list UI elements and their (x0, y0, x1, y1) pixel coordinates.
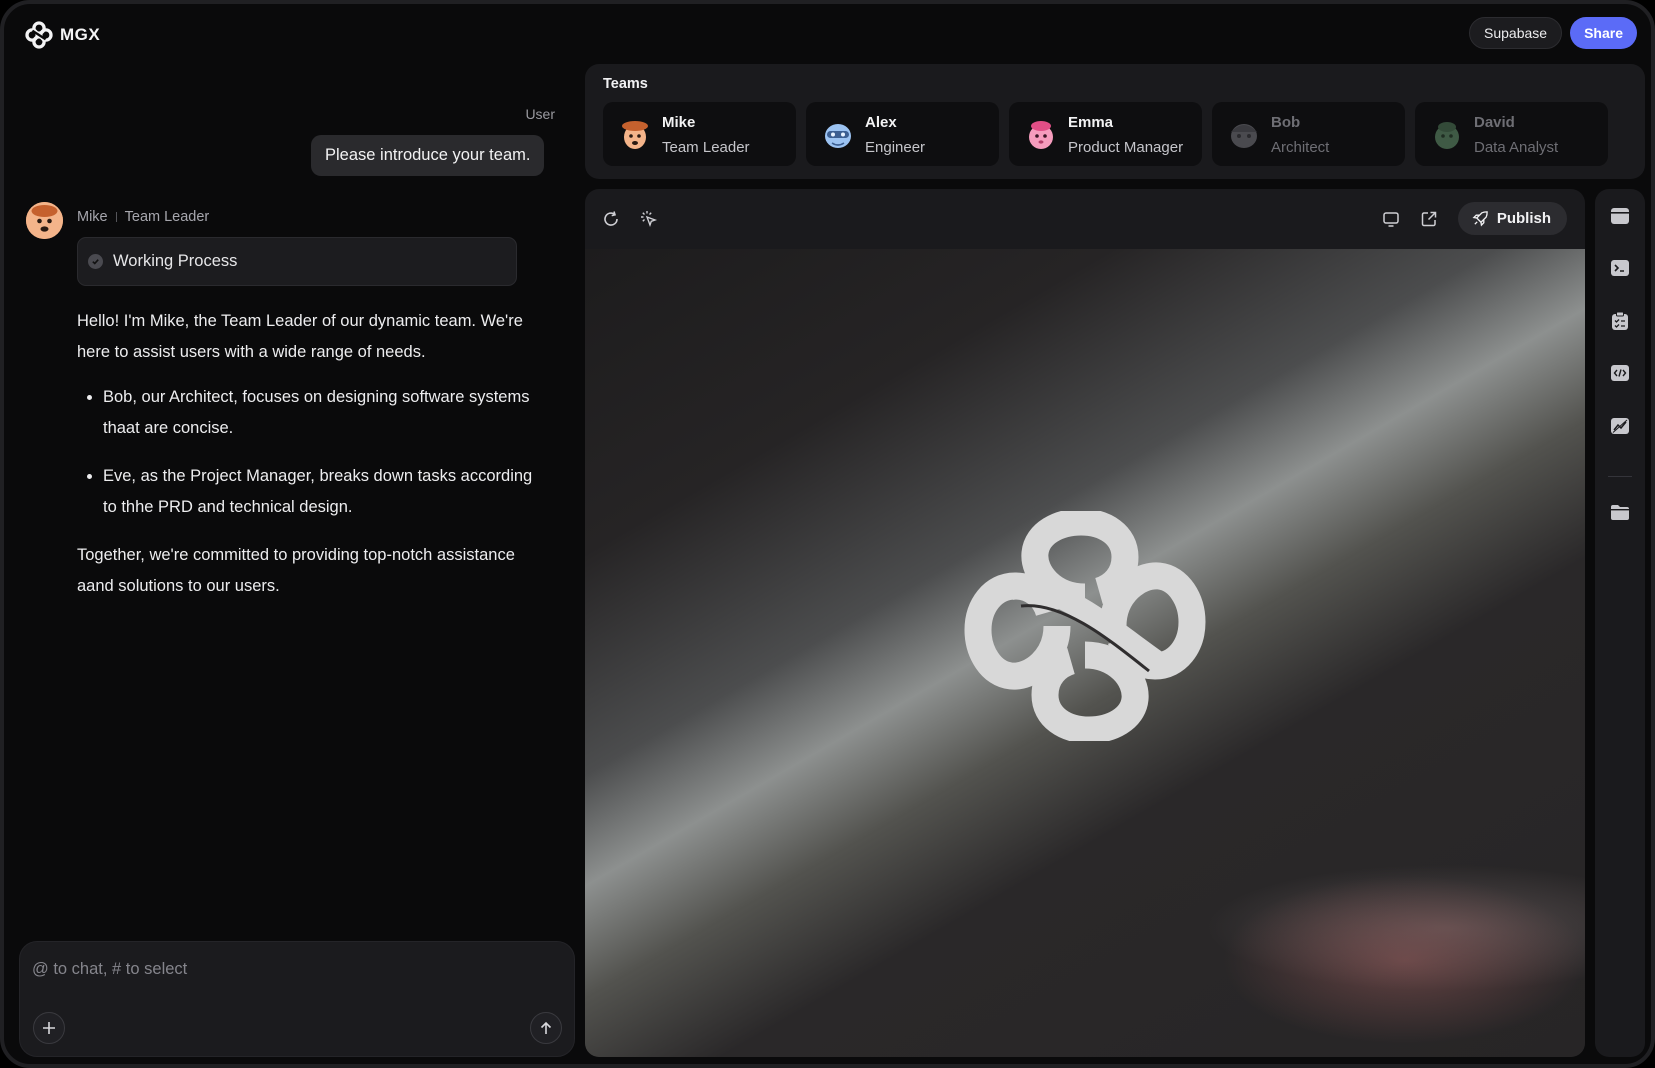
rail-divider (1608, 476, 1632, 477)
open-external-button[interactable] (1417, 207, 1441, 231)
folder-icon (1611, 505, 1629, 520)
agent-avatar (26, 202, 63, 239)
rail-tasks-button[interactable] (1608, 309, 1632, 333)
add-attachment-button[interactable] (33, 1012, 65, 1044)
tool-rail (1595, 189, 1645, 1057)
list-item: Bob, our Architect, focuses on designing… (103, 382, 537, 443)
member-role: Engineer (865, 139, 926, 156)
agent-header: Mike Team Leader (77, 209, 209, 225)
terminal-icon (1611, 260, 1629, 276)
working-process-toggle[interactable]: Working Process (77, 237, 517, 286)
message-intro: Hello! I'm Mike, the Team Leader of our … (77, 312, 523, 361)
team-member-david[interactable]: David Data Analyst (1415, 102, 1608, 166)
brand[interactable]: MGX (24, 20, 100, 50)
device-preview-button[interactable] (1379, 207, 1403, 231)
mgx-logo-icon (25, 21, 53, 49)
member-role: Architect (1271, 139, 1330, 156)
member-name: David (1474, 114, 1515, 131)
chat-input[interactable] (32, 956, 552, 982)
supabase-button[interactable]: Supabase (1469, 17, 1563, 49)
send-button[interactable] (530, 1012, 562, 1044)
agent-role: Team Leader (124, 209, 210, 225)
mike-avatar-icon (26, 202, 63, 239)
preview-panel: Publish (585, 189, 1585, 1057)
checklist-icon (1612, 311, 1628, 330)
user-message: Please introduce your team. (311, 135, 545, 176)
preview-toolbar: Publish (585, 189, 1585, 249)
rail-code-button[interactable] (1608, 361, 1632, 385)
browser-icon (1611, 208, 1629, 224)
message-outro: Together, we're committed to providing t… (77, 546, 515, 595)
team-list: Mike Team Leader Alex Engineer Emma Prod… (603, 102, 1608, 166)
element-select-button[interactable] (637, 207, 661, 231)
monitor-icon (1383, 212, 1399, 227)
user-label: User (525, 106, 555, 122)
bob-avatar-icon (1231, 124, 1257, 148)
chart-icon (1611, 418, 1629, 434)
share-button[interactable]: Share (1570, 17, 1637, 49)
team-member-emma[interactable]: Emma Product Manager (1009, 102, 1202, 166)
app-window: MGX Supabase Share User Please introduce… (0, 0, 1655, 1068)
divider (115, 212, 117, 222)
message-list: Bob, our Architect, focuses on designing… (77, 382, 537, 522)
member-role: Team Leader (662, 139, 750, 156)
code-icon (1611, 365, 1629, 381)
rocket-icon (1472, 211, 1488, 227)
agent-name: Mike (77, 209, 108, 225)
arrow-up-icon (540, 1021, 552, 1034)
david-avatar-icon (1435, 122, 1459, 149)
rail-chart-button[interactable] (1608, 414, 1632, 438)
member-role: Data Analyst (1474, 139, 1559, 156)
team-member-alex[interactable]: Alex Engineer (806, 102, 999, 166)
rail-browser-button[interactable] (1608, 204, 1632, 228)
rail-files-button[interactable] (1608, 500, 1632, 524)
external-link-icon (1421, 211, 1437, 227)
plus-icon (43, 1022, 55, 1034)
member-name: Mike (662, 114, 696, 131)
refresh-icon (604, 211, 618, 226)
brand-name: MGX (60, 25, 101, 44)
member-name: Bob (1271, 114, 1301, 131)
member-role: Product Manager (1068, 139, 1184, 156)
publish-button[interactable]: Publish (1457, 202, 1567, 235)
team-member-mike[interactable]: Mike Team Leader (603, 102, 796, 166)
teams-title: Teams (603, 76, 648, 92)
alex-avatar-icon (825, 124, 851, 148)
member-name: Alex (865, 114, 897, 131)
emma-avatar-icon (1029, 121, 1053, 149)
mgx-logo-icon (964, 511, 1206, 741)
refresh-button[interactable] (599, 207, 623, 231)
publish-label: Publish (1496, 210, 1551, 227)
member-name: Emma (1068, 114, 1114, 131)
teams-panel: Teams Mike Team Leader Alex Engineer Emm… (585, 64, 1645, 179)
check-circle-icon (88, 254, 103, 269)
agent-message: Hello! I'm Mike, the Team Leader of our … (77, 306, 537, 616)
team-member-bob[interactable]: Bob Architect (1212, 102, 1405, 166)
chat-composer (19, 941, 575, 1057)
preview-canvas (585, 249, 1585, 1057)
top-actions: Supabase Share (1469, 17, 1637, 49)
list-item: Eve, as the Project Manager, breaks down… (103, 461, 537, 522)
mike-avatar-icon (622, 121, 648, 149)
rail-terminal-button[interactable] (1608, 256, 1632, 280)
select-cursor-icon (641, 211, 658, 228)
working-process-label: Working Process (113, 252, 238, 270)
